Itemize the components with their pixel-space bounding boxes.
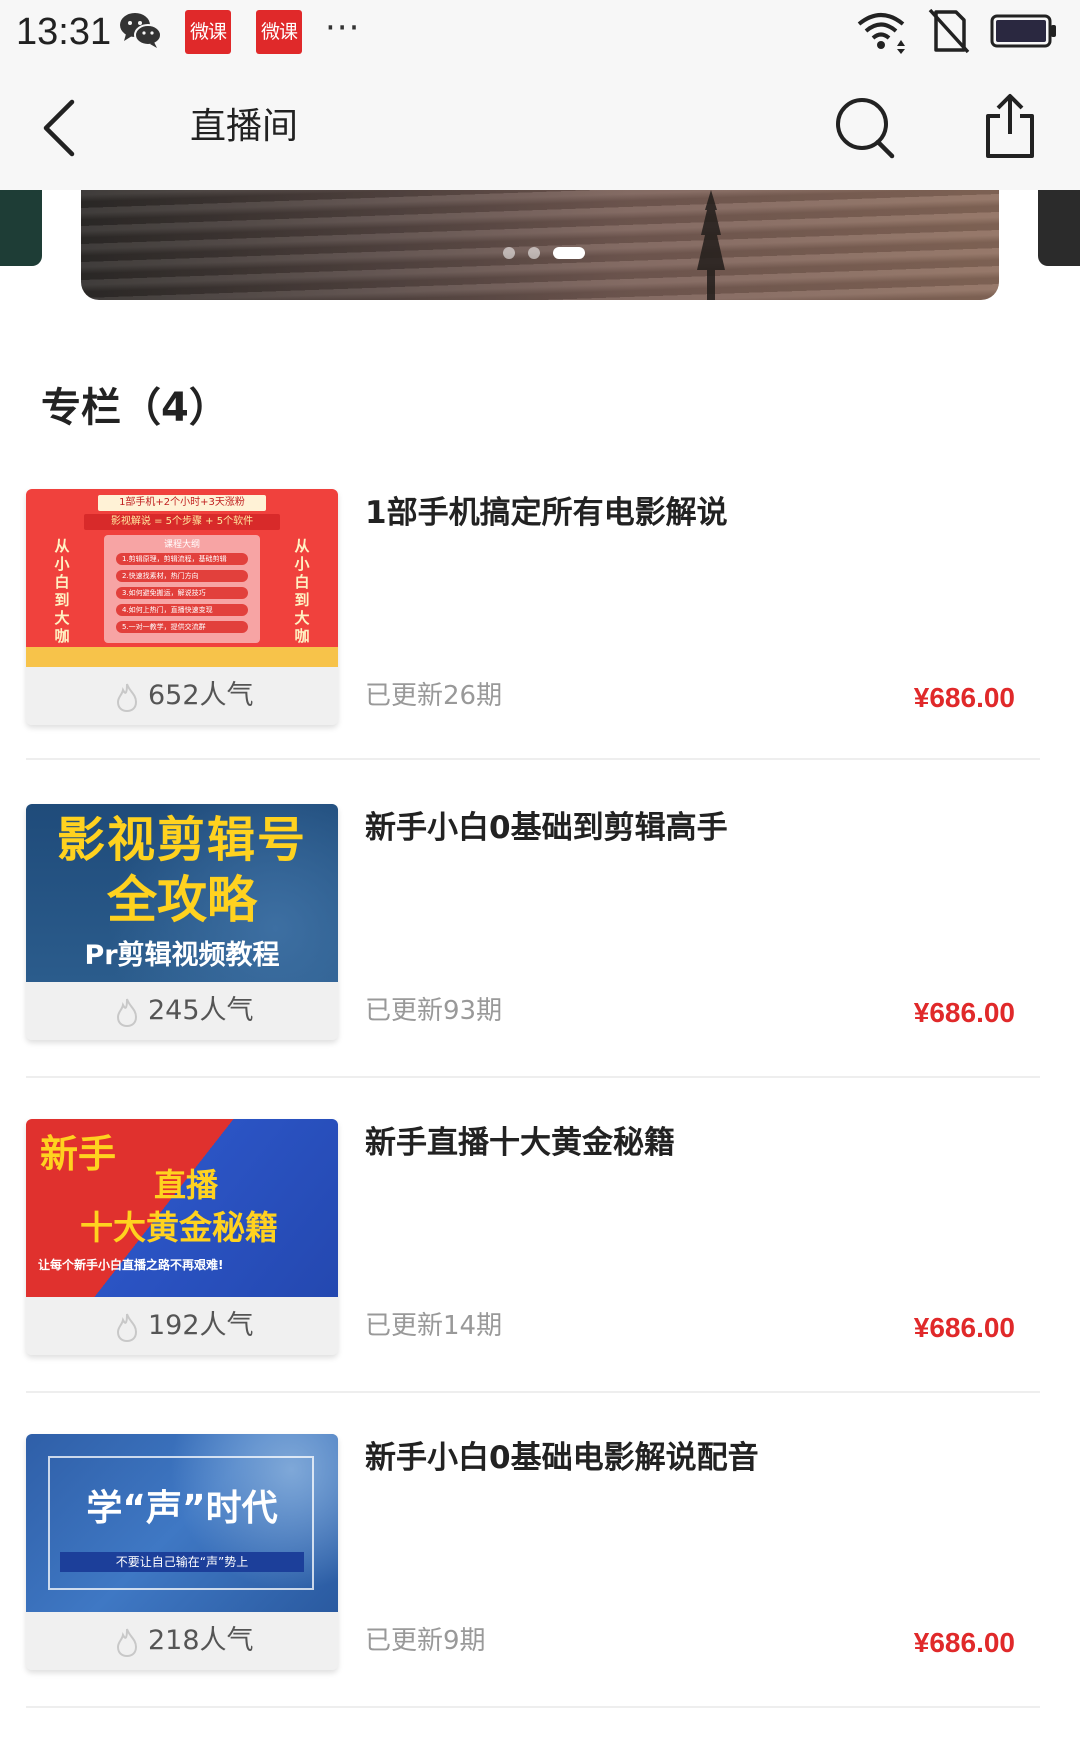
thumbnail-image: 影视剪辑号 全攻略 Pr剪辑视频教程 — [26, 804, 338, 982]
banner-tree-silhouette — [697, 190, 725, 300]
flame-icon — [116, 1628, 138, 1657]
thumb-line-2: 不要让自己输在“声”势上 — [60, 1552, 304, 1572]
price: ¥686.00 — [913, 1312, 1015, 1343]
wifi-icon — [857, 13, 905, 54]
thumb-line-1: 学“声”时代 — [86, 1488, 278, 1529]
status-time: 13:31 — [16, 11, 112, 53]
column-title[interactable]: 新手小白0基础到剪辑高手 — [365, 806, 728, 850]
status-bar: 13:31 微课 微课 ··· — [0, 0, 1080, 66]
list-item[interactable]: 影视剪辑号 全攻略 Pr剪辑视频教程 245人气 新手小白0基础到剪辑高手 已更… — [0, 804, 1080, 1052]
thumb-side-text-right: 从小白到大咖 — [294, 537, 310, 645]
divider — [26, 758, 1040, 760]
banner-prev-slide[interactable] — [0, 190, 42, 266]
thumb-box-title: 课程大纲 — [163, 540, 200, 550]
column-thumbnail[interactable]: 1部手机+2个小时+3天涨粉 影视解说 = 5个步骤 + 5个软件 从小白到大咖… — [26, 489, 338, 725]
back-icon[interactable] — [38, 96, 86, 160]
section-title: 专栏（4） — [41, 385, 229, 431]
list-item[interactable]: 学“声”时代 不要让自己输在“声”势上 218人气 新手小白0基础电影解说配音 … — [0, 1434, 1080, 1682]
thumb-line-1: 影视剪辑号 — [56, 812, 307, 868]
divider — [26, 1076, 1040, 1078]
carousel-dot-3-active[interactable] — [553, 247, 585, 259]
carousel-dot-2[interactable] — [528, 247, 540, 259]
thumb-line-1: 新手 — [40, 1132, 117, 1176]
popularity-count: 192人气 — [148, 1310, 254, 1341]
price: ¥686.00 — [913, 682, 1015, 713]
price: ¥686.00 — [913, 1627, 1015, 1658]
thumb-pill: 5.一对一教学，提供交流群 — [116, 621, 248, 633]
column-title[interactable]: 1部手机搞定所有电影解说 — [365, 491, 728, 535]
popularity-count: 245人气 — [148, 995, 254, 1026]
update-count: 已更新9期 — [365, 1626, 486, 1656]
thumb-line-2: 全攻略 — [107, 871, 257, 929]
thumb-pill: 1.剪辑原理，剪辑流程，基础剪辑 — [116, 553, 248, 565]
app-badge-weike-2: 微课 — [256, 10, 302, 54]
page-title: 直播间 — [190, 106, 299, 147]
thumb-line-3: Pr剪辑视频教程 — [84, 940, 280, 971]
nav-bar: 直播间 — [0, 66, 1080, 190]
thumb-line-2: 直播 — [154, 1166, 219, 1204]
price: ¥686.00 — [913, 997, 1015, 1028]
carousel-dot-1[interactable] — [503, 247, 515, 259]
sim-icon — [928, 8, 970, 54]
flame-icon — [116, 998, 138, 1027]
banner-next-slide[interactable] — [1038, 190, 1080, 266]
thumbnail-image: 1部手机+2个小时+3天涨粉 影视解说 = 5个步骤 + 5个软件 从小白到大咖… — [26, 489, 338, 667]
thumb-pill: 4.如何上热门，直播快速变现 — [116, 604, 248, 616]
list-item[interactable]: 新手 直播 十大黄金秘籍 让每个新手小白直播之路不再艰难! 192人气 新手直播… — [0, 1119, 1080, 1367]
popularity-bar: 245人气 — [26, 982, 338, 1040]
app-badge-weike-1: 微课 — [185, 10, 231, 54]
thumb-bottom-band — [26, 647, 338, 667]
banner-slide[interactable] — [81, 190, 999, 300]
wechat-icon — [120, 13, 162, 48]
thumb-header-2: 影视解说 = 5个步骤 + 5个软件 — [84, 514, 280, 530]
flame-icon — [116, 683, 138, 712]
popularity-bar: 218人气 — [26, 1612, 338, 1670]
divider — [26, 1706, 1040, 1708]
update-count: 已更新14期 — [365, 1311, 503, 1341]
flame-icon — [116, 1313, 138, 1342]
divider — [26, 1391, 1040, 1393]
popularity-count: 218人气 — [148, 1625, 254, 1656]
popularity-bar: 652人气 — [26, 667, 338, 725]
column-title[interactable]: 新手直播十大黄金秘籍 — [365, 1121, 675, 1165]
thumbnail-image: 学“声”时代 不要让自己输在“声”势上 — [26, 1434, 338, 1612]
column-thumbnail[interactable]: 学“声”时代 不要让自己输在“声”势上 218人气 — [26, 1434, 338, 1670]
battery-icon — [990, 14, 1056, 48]
more-notifications-icon: ··· — [325, 8, 361, 48]
search-icon[interactable] — [832, 96, 896, 160]
thumb-pill: 2.快速找素材，热门方向 — [116, 570, 248, 582]
column-thumbnail[interactable]: 新手 直播 十大黄金秘籍 让每个新手小白直播之路不再艰难! 192人气 — [26, 1119, 338, 1355]
thumb-syllabus-box: 课程大纲 1.剪辑原理，剪辑流程，基础剪辑 2.快速找素材，热门方向 3.如何避… — [104, 535, 260, 643]
thumb-line-4: 让每个新手小白直播之路不再艰难! — [38, 1258, 224, 1272]
popularity-count: 652人气 — [148, 680, 254, 711]
thumb-side-text-left: 从小白到大咖 — [54, 537, 70, 645]
thumb-pill: 3.如何避免搬运，解说技巧 — [116, 587, 248, 599]
update-count: 已更新26期 — [365, 681, 503, 711]
column-title[interactable]: 新手小白0基础电影解说配音 — [365, 1436, 759, 1480]
update-count: 已更新93期 — [365, 996, 503, 1026]
share-icon[interactable] — [982, 92, 1038, 160]
popularity-bar: 192人气 — [26, 1297, 338, 1355]
thumbnail-image: 新手 直播 十大黄金秘籍 让每个新手小白直播之路不再艰难! — [26, 1119, 338, 1297]
list-item[interactable]: 1部手机+2个小时+3天涨粉 影视解说 = 5个步骤 + 5个软件 从小白到大咖… — [0, 489, 1080, 737]
column-thumbnail[interactable]: 影视剪辑号 全攻略 Pr剪辑视频教程 245人气 — [26, 804, 338, 1040]
thumb-header-1: 1部手机+2个小时+3天涨粉 — [98, 495, 266, 511]
thumb-line-3: 十大黄金秘籍 — [80, 1208, 278, 1247]
